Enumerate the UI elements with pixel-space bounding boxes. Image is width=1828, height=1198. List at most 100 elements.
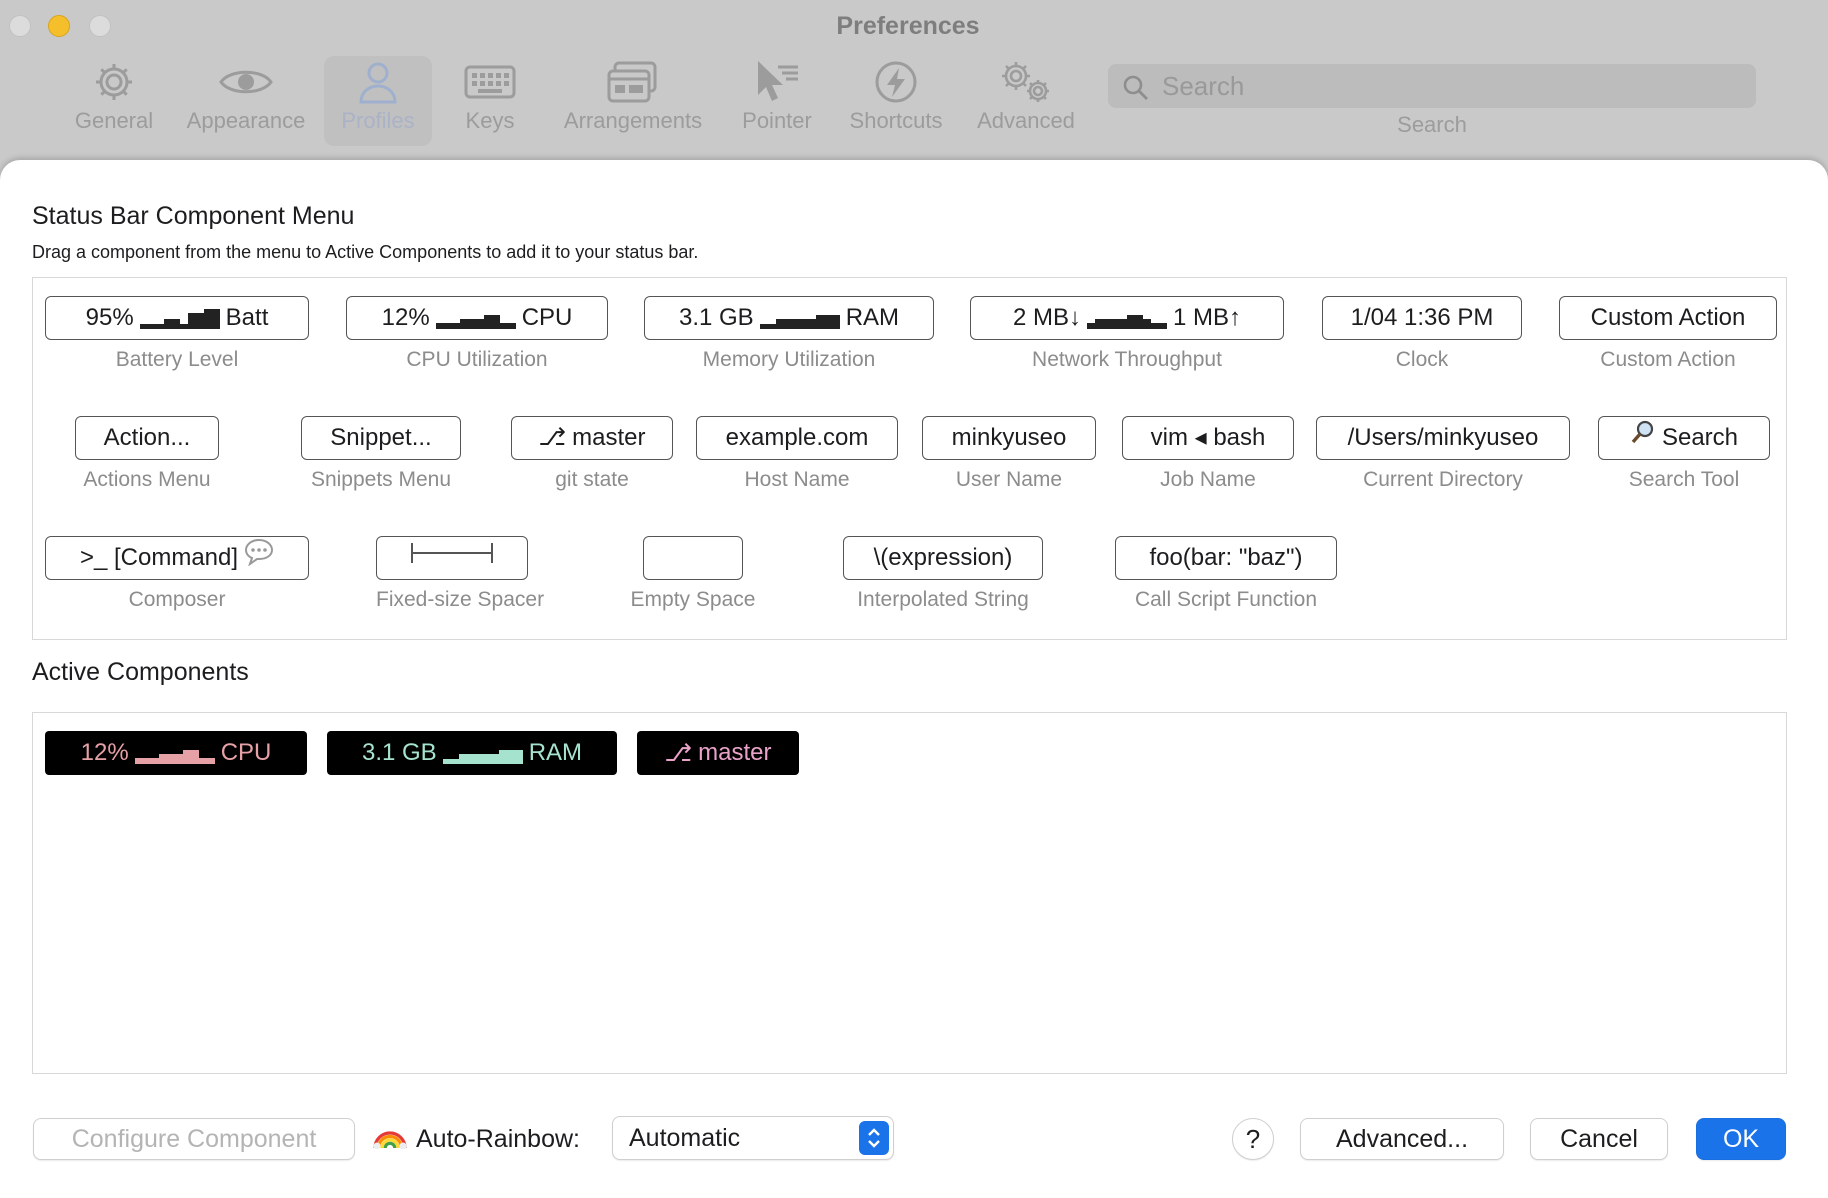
component-pill: minkyuseo	[922, 416, 1096, 460]
speech-bubble-icon	[244, 538, 274, 579]
component-caption: Battery Level	[115, 348, 239, 371]
toolbar-advanced[interactable]: Advanced	[968, 56, 1084, 146]
component-caption: Clock	[1395, 348, 1449, 371]
component-caption: Actions Menu	[83, 468, 211, 491]
active-memory-utilization[interactable]: 3.1 GB RAM	[327, 731, 617, 775]
component-caption: Job Name	[1160, 468, 1256, 491]
toolbar-shortcuts-label: Shortcuts	[849, 108, 943, 133]
active-components-title: Active Components	[32, 658, 249, 686]
component-caption: Snippets Menu	[310, 468, 452, 491]
component-network-throughput[interactable]: 2 MB↓ 1 MB↑ Network Throughput	[970, 296, 1284, 372]
component-caption: Host Name	[744, 468, 850, 491]
component-caption: Fixed-size Spacer	[376, 588, 545, 611]
configure-component-button[interactable]: Configure Component	[33, 1118, 355, 1160]
search-caption: Search	[1397, 112, 1467, 137]
component-pill: example.com	[696, 416, 898, 460]
component-battery-level[interactable]: 95% Batt Battery Level	[45, 296, 309, 372]
component-pill: 95% Batt	[45, 296, 309, 340]
component-custom-action[interactable]: Custom Action Custom Action	[1559, 296, 1777, 372]
component-current-directory[interactable]: /Users/minkyuseo Current Directory	[1316, 416, 1570, 492]
component-memory-utilization[interactable]: 3.1 GB RAM Memory Utilization	[644, 296, 934, 372]
search-input[interactable]	[1162, 68, 1742, 104]
component-interpolated-string[interactable]: \(expression) Interpolated String	[843, 536, 1043, 612]
keyboard-icon	[452, 56, 528, 108]
component-pill: 3.1 GB RAM	[644, 296, 934, 340]
component-caption: User Name	[955, 468, 1063, 491]
component-caption: git state	[555, 468, 629, 491]
active-git-state[interactable]: ⎇ master	[637, 731, 799, 775]
component-pill: >_ [Command]	[45, 536, 309, 580]
rainbow-icon	[372, 1123, 408, 1156]
spacer-icon	[410, 538, 494, 578]
cancel-button[interactable]: Cancel	[1530, 1118, 1668, 1160]
toolbar-appearance[interactable]: Appearance	[180, 56, 312, 146]
component-composer[interactable]: >_ [Command] Composer	[45, 536, 309, 612]
toolbar-general[interactable]: General	[62, 56, 166, 146]
search-icon	[1122, 74, 1150, 107]
component-snippets-menu[interactable]: Snippet... Snippets Menu	[301, 416, 461, 492]
component-pill: Search	[1598, 416, 1770, 460]
magnifier-icon	[1630, 418, 1656, 458]
toolbar-arrangements[interactable]: Arrangements	[556, 56, 710, 146]
person-icon	[324, 56, 432, 108]
chevron-up-down-icon	[859, 1121, 889, 1155]
component-call-script-function[interactable]: foo(bar: "baz") Call Script Function	[1115, 536, 1337, 612]
active-cpu-utilization[interactable]: 12% CPU	[45, 731, 307, 775]
search-field[interactable]	[1108, 64, 1756, 108]
component-pill: 12% CPU	[346, 296, 608, 340]
cpu-sparkline-icon	[435, 307, 516, 329]
component-caption: Network Throughput	[1032, 348, 1222, 371]
menu-description: Drag a component from the menu to Active…	[32, 242, 699, 262]
component-fixed-size-spacer[interactable]: Fixed-size Spacer	[376, 536, 545, 612]
component-pill: Custom Action	[1559, 296, 1777, 340]
status-bar-sheet: Status Bar Component Menu Drag a compone…	[0, 160, 1828, 1198]
component-pill: Snippet...	[301, 416, 461, 460]
toolbar-keys-label: Keys	[465, 108, 515, 133]
component-pill: vim ◂ bash	[1122, 416, 1294, 460]
git-branch-icon: ⎇	[664, 739, 693, 767]
component-pill: 1/04 1:36 PM	[1322, 296, 1522, 340]
toolbar-keys[interactable]: Keys	[452, 56, 528, 146]
window-title: Preferences	[836, 12, 980, 40]
component-empty-space[interactable]: Empty Space	[631, 536, 755, 612]
component-pill: 2 MB↓ 1 MB↑	[970, 296, 1284, 340]
toolbar-shortcuts[interactable]: Shortcuts	[840, 56, 952, 146]
component-caption: Search Tool	[1628, 468, 1740, 491]
component-caption: Custom Action	[1600, 348, 1736, 371]
cpu-sparkline-icon	[134, 742, 215, 764]
component-caption: Current Directory	[1363, 468, 1523, 491]
component-clock[interactable]: 1/04 1:36 PM Clock	[1322, 296, 1522, 372]
auto-rainbow-label: Auto-Rainbow:	[372, 1118, 580, 1160]
component-git-state[interactable]: ⎇ master git state	[511, 416, 673, 492]
windows-icon	[556, 56, 710, 108]
toolbar-appearance-label: Appearance	[186, 108, 306, 133]
component-user-name[interactable]: minkyuseo User Name	[922, 416, 1096, 492]
ok-button[interactable]: OK	[1696, 1118, 1786, 1160]
component-job-name[interactable]: vim ◂ bash Job Name	[1122, 416, 1294, 492]
auto-rainbow-select[interactable]: Automatic	[612, 1116, 894, 1160]
component-caption: Interpolated String	[857, 588, 1029, 611]
help-button[interactable]: ?	[1232, 1118, 1274, 1160]
component-pill: Action...	[75, 416, 219, 460]
advanced-button[interactable]: Advanced...	[1300, 1118, 1504, 1160]
toolbar-profiles[interactable]: Profiles	[324, 56, 432, 146]
component-pill	[376, 536, 528, 580]
gear-icon	[62, 56, 166, 108]
component-pill	[643, 536, 743, 580]
component-cpu-utilization[interactable]: 12% CPU CPU Utilization	[346, 296, 608, 372]
network-sparkline-icon	[1087, 307, 1167, 329]
component-search-tool[interactable]: Search Search Tool	[1598, 416, 1770, 492]
toolbar-pointer[interactable]: Pointer	[734, 56, 820, 146]
component-host-name[interactable]: example.com Host Name	[696, 416, 898, 492]
toolbar-general-label: General	[74, 108, 154, 133]
active-components-area: 12% CPU 3.1 GB RAM ⎇ master	[32, 712, 1787, 1074]
component-actions-menu[interactable]: Action... Actions Menu	[75, 416, 219, 492]
ram-sparkline-icon	[759, 307, 840, 329]
component-menu: 95% Batt Battery Level 12% CPU CPU Utili…	[32, 277, 1787, 640]
component-caption: Call Script Function	[1134, 588, 1318, 611]
toolbar-pointer-label: Pointer	[742, 108, 812, 133]
toolbar-arrangements-label: Arrangements	[563, 108, 703, 133]
git-branch-icon: ⎇	[538, 424, 567, 451]
toolbar-advanced-label: Advanced	[977, 108, 1075, 133]
toolbar-profiles-label: Profiles	[341, 108, 415, 133]
